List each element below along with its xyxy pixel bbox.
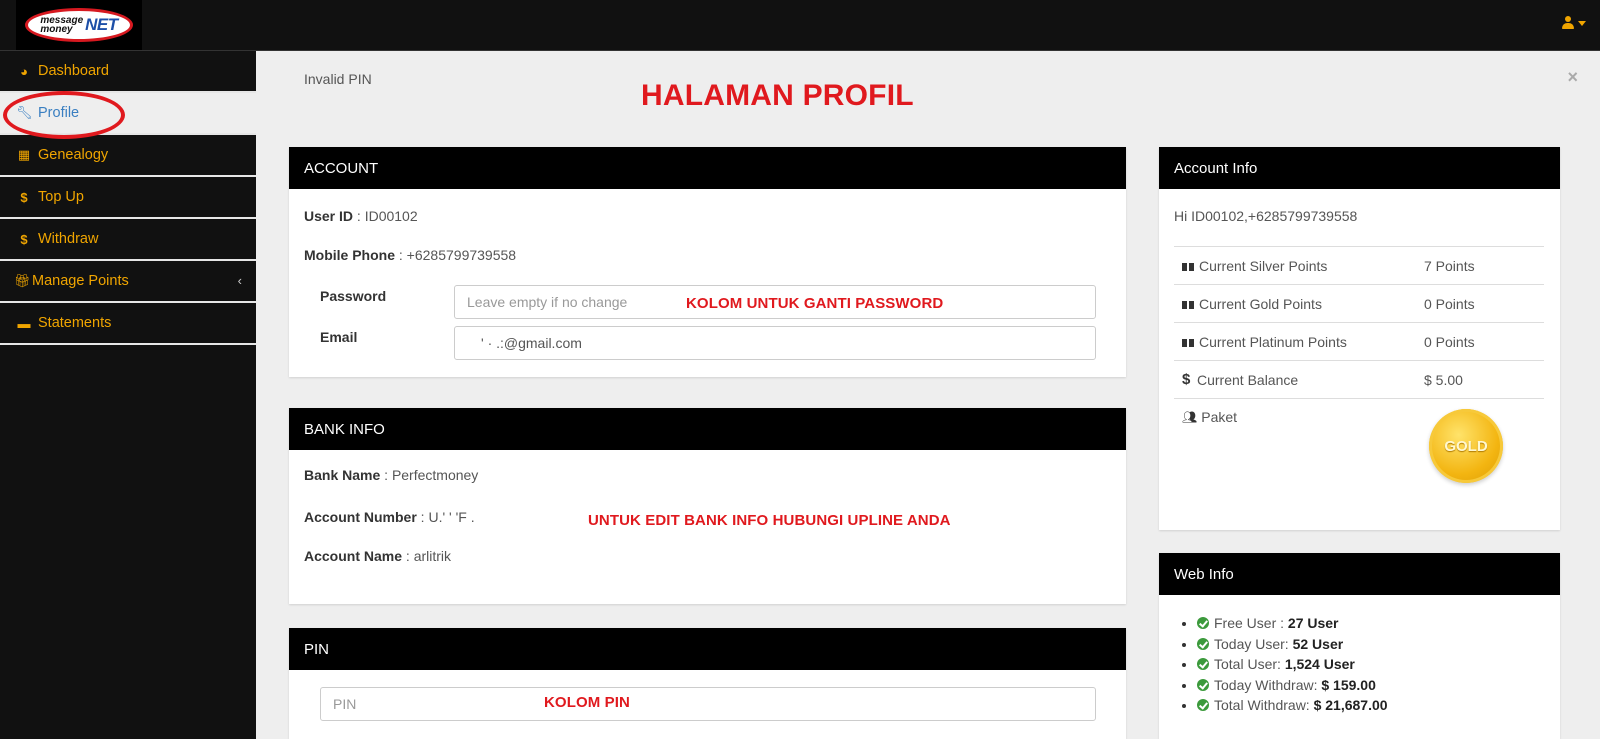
gift-icon xyxy=(1182,336,1194,347)
gold-badge: GOLD xyxy=(1429,409,1503,483)
pin-annotation: KOLOM PIN xyxy=(544,694,630,711)
dashboard-icon: ◕ xyxy=(20,63,28,79)
row-value: $ 5.00 xyxy=(1424,371,1463,388)
panel-title: ACCOUNT xyxy=(289,147,1126,189)
sidebar-item-label: Dashboard xyxy=(38,63,109,79)
sidebar-item-dashboard[interactable]: ◕ Dashboard xyxy=(0,51,256,93)
password-annotation: KOLOM UNTUK GANTI PASSWORD xyxy=(686,295,944,312)
pin-panel: PIN PIN KOLOM PIN xyxy=(289,628,1126,739)
platinum-points-row: Current Platinum Points 0 Points xyxy=(1174,322,1544,360)
dollar-icon: $ xyxy=(1182,371,1191,388)
bank-info-annotation: UNTUK EDIT BANK INFO HUBUNGI UPLINE ANDA xyxy=(588,512,951,529)
alert-message: Invalid PIN xyxy=(304,71,372,87)
brand-logo[interactable]: message money NET xyxy=(16,0,142,50)
password-label: Password xyxy=(320,288,387,304)
gift-icon xyxy=(1182,260,1194,271)
account-name-label: Account Name xyxy=(304,548,403,564)
account-number-value: U.' ' 'F . xyxy=(428,509,475,525)
list-item: Today User: 52 User xyxy=(1197,636,1388,657)
list-item: Total Withdraw: $ 21,687.00 xyxy=(1197,697,1388,718)
gift-icon: 🎁︎ xyxy=(14,273,31,288)
panel-title: BANK INFO xyxy=(289,408,1126,450)
panel-title: Account Info xyxy=(1159,147,1560,189)
dollar-icon: $ xyxy=(20,231,28,247)
users-icon: 👥︎ xyxy=(1182,410,1198,424)
paket-label: Paket xyxy=(1201,409,1238,425)
web-info-panel: Web Info Free User : 27 User Today User:… xyxy=(1159,553,1560,739)
email-label: Email xyxy=(320,329,358,345)
row-label: Current Balance xyxy=(1197,371,1299,388)
main-content: Invalid PIN × HALAMAN PROFIL ACCOUNT Use… xyxy=(256,51,1600,739)
bank-name-value: Perfectmoney xyxy=(391,467,479,483)
check-circle-icon xyxy=(1197,617,1209,629)
account-info-panel: Account Info Hi ID00102,+6285799739558 C… xyxy=(1159,147,1560,530)
sidebar-item-statements[interactable]: ▬ Statements xyxy=(0,303,256,345)
row-value: 7 Points xyxy=(1424,257,1475,274)
row-label: Current Silver Points xyxy=(1199,257,1328,274)
web-info-list: Free User : 27 User Today User: 52 User … xyxy=(1183,615,1388,718)
logo-oval: message money NET xyxy=(25,8,133,42)
row-value: 0 Points xyxy=(1424,333,1475,350)
account-panel: ACCOUNT User ID : ID00102 Mobile Phone :… xyxy=(289,147,1126,377)
sidebar-item-label: Withdraw xyxy=(38,231,99,247)
user-id-value: ID00102 xyxy=(364,208,418,224)
panel-title: Web Info xyxy=(1159,553,1560,595)
list-item: Today Withdraw: $ 159.00 xyxy=(1197,677,1388,698)
sidebar-item-top-up[interactable]: $ Top Up xyxy=(0,177,256,219)
sidebar-item-withdraw[interactable]: $ Withdraw xyxy=(0,219,256,261)
sidebar-item-label: Statements xyxy=(38,315,112,331)
balance-row: $ Current Balance $ 5.00 xyxy=(1174,360,1544,398)
gold-points-row: Current Gold Points 0 Points xyxy=(1174,284,1544,322)
user-id-field: User ID : ID00102 xyxy=(304,208,418,224)
row-value: 0 Points xyxy=(1424,295,1475,312)
sidebar-item-genealogy[interactable]: ▦ Genealogy xyxy=(0,135,256,177)
row-label: Current Gold Points xyxy=(1199,295,1322,312)
panel-title: PIN xyxy=(289,628,1126,670)
account-name-field: Account Name : arlitrik xyxy=(304,548,452,564)
top-navbar: message money NET xyxy=(0,0,1600,51)
greeting-text: Hi ID00102,+6285799739558 xyxy=(1174,208,1358,224)
mobile-field: Mobile Phone : +6285799739558 xyxy=(304,247,517,263)
wrench-icon: 🔧︎ xyxy=(16,105,33,120)
sidebar-item-profile[interactable]: 🔧︎ Profile xyxy=(0,93,256,135)
sidebar-item-manage-points[interactable]: 🎁︎ Manage Points ‹ xyxy=(0,261,256,303)
bank-name-label: Bank Name xyxy=(304,467,381,483)
mobile-value: +6285799739558 xyxy=(406,247,517,263)
user-id-label: User ID xyxy=(304,208,354,224)
mobile-label: Mobile Phone xyxy=(304,247,395,263)
gift-icon xyxy=(1182,298,1194,309)
page-title: HALAMAN PROFIL xyxy=(641,79,914,112)
chevron-left-icon: ‹ xyxy=(237,273,242,288)
table-icon: ▦ xyxy=(17,147,31,162)
sidebar: ◕ Dashboard 🔧︎ Profile ▦ Genealogy $ Top… xyxy=(0,51,256,739)
dollar-icon: $ xyxy=(20,189,28,205)
user-menu-button[interactable] xyxy=(1562,16,1586,30)
bank-info-panel: BANK INFO Bank Name : Perfectmoney Accou… xyxy=(289,408,1126,604)
check-circle-icon xyxy=(1197,699,1209,711)
check-circle-icon xyxy=(1197,637,1209,650)
list-item: Free User : 27 User xyxy=(1197,615,1388,636)
email-field[interactable]: ' · .:@gmail.com xyxy=(454,326,1096,360)
sidebar-item-label: Top Up xyxy=(38,189,84,205)
caret-down-icon xyxy=(1578,20,1586,26)
bank-name-field: Bank Name : Perfectmoney xyxy=(304,467,479,483)
check-circle-icon xyxy=(1197,678,1209,691)
sidebar-item-label: Manage Points xyxy=(32,273,129,289)
silver-points-row: Current Silver Points 7 Points xyxy=(1174,246,1544,284)
close-icon[interactable]: × xyxy=(1567,67,1578,88)
email-value: ' · .:@gmail.com xyxy=(481,335,582,351)
account-number-field: Account Number : U.' ' 'F . xyxy=(304,509,475,525)
check-circle-icon xyxy=(1197,658,1209,670)
logo-line2: money xyxy=(40,24,73,35)
pin-input[interactable]: PIN xyxy=(320,687,1096,721)
book-icon: ▬ xyxy=(17,315,31,331)
sidebar-item-label: Genealogy xyxy=(38,147,109,163)
account-name-value: arlitrik xyxy=(413,548,452,564)
list-item: Total User: 1,524 User xyxy=(1197,656,1388,677)
row-label: Current Platinum Points xyxy=(1199,333,1347,350)
user-icon xyxy=(1562,16,1574,30)
account-number-label: Account Number xyxy=(304,509,417,525)
sidebar-item-label: Profile xyxy=(38,105,80,121)
logo-net: NET xyxy=(85,15,118,34)
